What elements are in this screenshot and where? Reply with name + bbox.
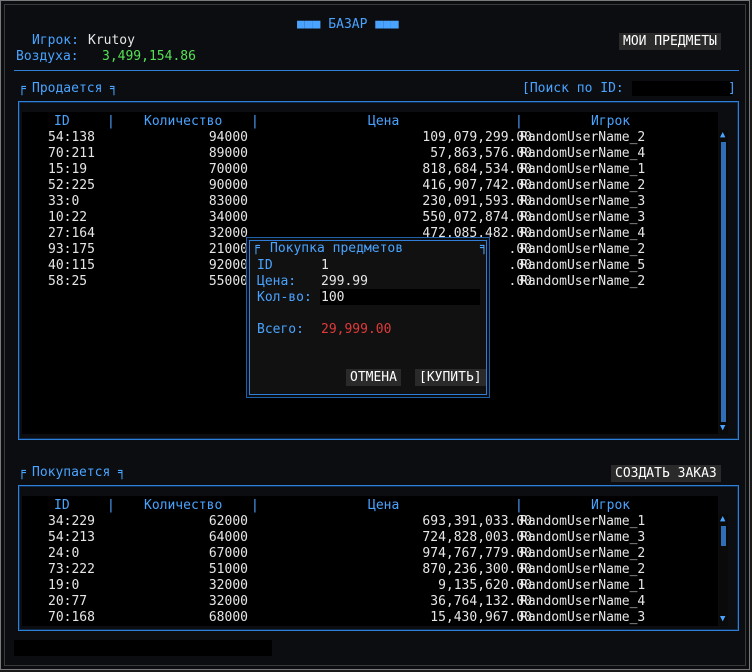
- dialog-title: Покупка предметов: [270, 241, 404, 256]
- dialog-price-value: 299.99: [321, 274, 368, 289]
- bazaar-title: ■■■ БАЗАР ■■■: [297, 17, 399, 32]
- buying-scrollbar[interactable]: ▲ ▼: [719, 514, 728, 626]
- tab-selling[interactable]: Продается: [32, 81, 103, 96]
- dialog-title-bracket-right: ╕: [480, 240, 488, 255]
- column-separator: |: [107, 114, 115, 129]
- scroll-up-icon[interactable]: ▲: [720, 514, 725, 524]
- my-items-button[interactable]: МОИ ПРЕДМЕТЫ: [619, 33, 721, 50]
- dialog-id-value: 1: [321, 258, 329, 273]
- selling-tab-bracket-right: ╕: [110, 81, 118, 96]
- buying-tab-bracket-right: ╕: [118, 465, 126, 480]
- search-label: [Поиск по ID:: [522, 81, 624, 96]
- search-id-input[interactable]: [632, 81, 732, 96]
- table-row[interactable]: 15:19 70000 818,684,534.00 RandomUserName_1: [22, 162, 718, 178]
- buying-panel: ID | Количество | Цена | Игрок 34:229 620…: [18, 485, 739, 631]
- create-order-button[interactable]: СОЗДАТЬ ЗАКАЗ: [611, 465, 721, 482]
- selling-scroll-thumb[interactable]: [721, 142, 726, 422]
- dialog-total-label: Всего:: [257, 322, 304, 337]
- table-row[interactable]: 19:0 32000 9,135,620.00 RandomUserName_1: [22, 578, 718, 594]
- column-separator: |: [251, 498, 259, 513]
- table-row[interactable]: 73:222 51000 870,236,300.00 RandomUserName_…: [22, 562, 718, 578]
- header-divider: [14, 70, 739, 71]
- table-row[interactable]: 70:168 68000 15,430,967.00 RandomUserName_3: [22, 610, 718, 626]
- air-balance: 3,499,154.86: [102, 49, 196, 64]
- dialog-qty-label: Кол-во:: [257, 290, 312, 305]
- buying-tab-bracket-left: ╒: [18, 465, 26, 480]
- dialog-title-bracket-left: ╒: [252, 240, 260, 255]
- table-row[interactable]: 54:138 94000 109,079,299.00 RandomUserName_…: [22, 130, 718, 146]
- player-label: Игрок:: [32, 33, 79, 48]
- dialog-price-label: Цена:: [257, 274, 297, 289]
- player-name: Krutoy: [88, 33, 135, 48]
- air-label: Воздуха:: [16, 49, 79, 64]
- scroll-down-icon[interactable]: ▼: [720, 423, 725, 433]
- column-separator: |: [515, 114, 523, 129]
- buy-button[interactable]: [КУПИТЬ]: [415, 369, 486, 386]
- table-row[interactable]: 54:213 64000 724,828,003.00 RandomUserName_…: [22, 530, 718, 546]
- column-separator: |: [251, 114, 259, 129]
- buying-scroll-thumb[interactable]: [721, 526, 726, 546]
- dialog-total-value: 29,999.00: [321, 322, 392, 337]
- table-row[interactable]: 20:77 32000 36,764,132.00 RandomUserName_4: [22, 594, 718, 610]
- column-separator: |: [107, 498, 115, 513]
- table-row[interactable]: 33:0 83000 230,091,593.00 RandomUserName_3: [22, 194, 718, 210]
- cancel-button[interactable]: ОТМЕНА: [346, 369, 401, 386]
- tab-buying[interactable]: Покупается: [32, 465, 111, 480]
- column-header-player[interactable]: Игрок: [591, 498, 630, 513]
- buying-table: ID | Количество | Цена | Игрок 34:229 620…: [22, 496, 718, 626]
- column-header-price[interactable]: Цена: [368, 498, 399, 513]
- selling-scrollbar[interactable]: ▲ ▼: [719, 130, 728, 434]
- scroll-down-icon[interactable]: ▼: [720, 614, 725, 624]
- column-header-id[interactable]: ID: [54, 498, 70, 513]
- table-row[interactable]: 52:225 90000 416,907,742.00 RandomUserName_…: [22, 178, 718, 194]
- table-row[interactable]: 10:22 34000 550,072,874.00 RandomUserName_3: [22, 210, 718, 226]
- purchase-dialog: ╒ Покупка предметов ╕ ID 1 Цена: 299.99 …: [249, 240, 488, 395]
- dialog-id-label: ID: [257, 258, 273, 273]
- column-header-id[interactable]: ID: [54, 114, 70, 129]
- selling-tab-bracket-left: ╒: [18, 81, 26, 96]
- table-row[interactable]: 24:0 67000 974,767,779.00 RandomUserName_2: [22, 546, 718, 562]
- column-separator: |: [515, 498, 523, 513]
- quantity-input[interactable]: 100: [320, 289, 480, 305]
- table-row[interactable]: 34:229 62000 693,391,033.00 RandomUserName_…: [22, 514, 718, 530]
- column-header-player[interactable]: Игрок: [591, 114, 630, 129]
- column-header-price[interactable]: Цена: [368, 114, 399, 129]
- table-row[interactable]: 70:211 89000 57,863,576.00 RandomUserName_4: [22, 146, 718, 162]
- column-header-quantity[interactable]: Количество: [144, 114, 222, 129]
- column-header-quantity[interactable]: Количество: [144, 498, 222, 513]
- search-bracket-right: ]: [728, 81, 736, 96]
- chat-input[interactable]: [14, 640, 272, 656]
- scroll-up-icon[interactable]: ▲: [720, 130, 725, 140]
